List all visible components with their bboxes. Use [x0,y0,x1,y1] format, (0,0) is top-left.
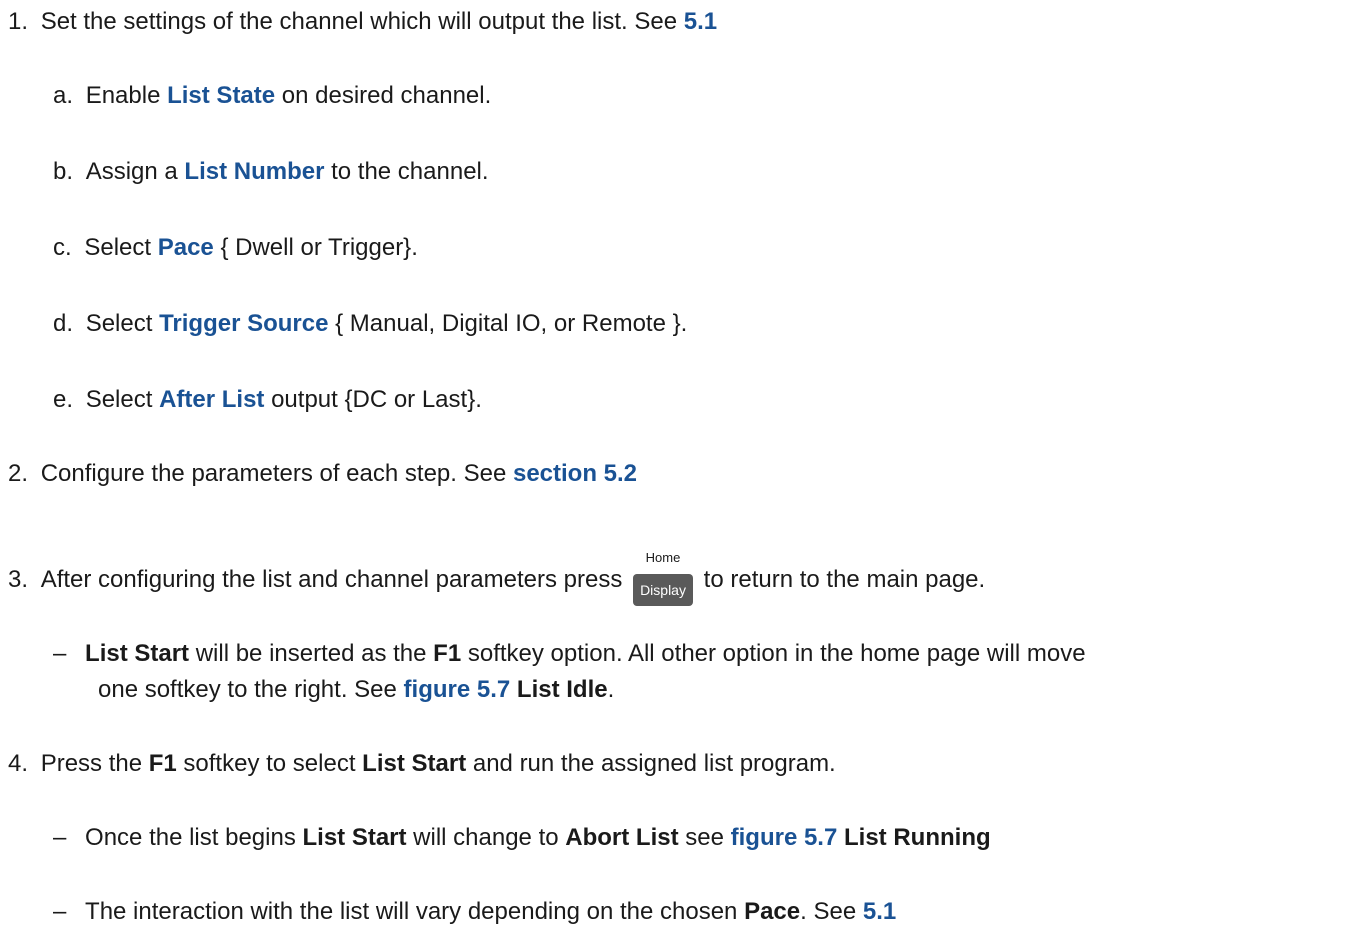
bold-term: Pace [744,898,801,925]
substep-e: e. Select After List output {DC or Last}… [53,382,482,418]
substep-text: { Dwell or Trigger}. [213,234,418,261]
substep-letter: b. [53,158,74,185]
bold-term: F1 [148,750,177,777]
substep-letter: a. [53,82,74,109]
substep-text: { Manual, Digital IO, or Remote }. [328,310,688,337]
step-2: 2. Configure the parameters of each step… [8,456,637,492]
section-link[interactable]: 5.1 [684,8,717,35]
substep-a: a. Enable List State on desired channel. [53,78,491,114]
note-text: softkey option. All other option in the … [461,640,1086,667]
step-1: 1. Set the settings of the channel which… [8,4,717,40]
bold-term: List Start [362,750,467,777]
dash: – [53,640,67,667]
term-link[interactable]: After List [159,386,264,413]
note-text: will be inserted as the [189,640,434,667]
bold-term: List Idle [516,676,608,703]
note: – Once the list begins List Start will c… [53,820,991,856]
step-number: 1. [8,8,29,35]
note-text: . [607,676,615,703]
substep-text: Select [85,310,160,337]
step-number: 4. [8,750,29,777]
substep-b: b. Assign a List Number to the channel. [53,154,489,190]
step-text: After configuring the list and channel p… [40,566,630,593]
section-link[interactable]: 5.1 [863,898,896,925]
dash: – [53,824,67,851]
step-number: 3. [8,566,29,593]
step-text: softkey to select [176,750,363,777]
substep-text: on desired channel. [275,82,492,109]
term-link[interactable]: List Number [184,158,324,185]
dash: – [53,898,67,925]
note: – The interaction with the list will var… [53,894,896,930]
display-key-icon: Home Display [633,550,694,606]
step-text: Configure the parameters of each step. S… [40,460,513,487]
note-text: will change to [406,824,566,851]
substep-text: output {DC or Last}. [264,386,482,413]
bold-term: F1 [433,640,462,667]
step-3: 3. After configuring the list and channe… [8,550,986,606]
substep-c: c. Select Pace { Dwell or Trigger}. [53,230,418,266]
figure-link[interactable]: figure 5.7 [731,824,838,851]
substep-d: d. Select Trigger Source { Manual, Digit… [53,306,687,342]
step-4: 4. Press the F1 softkey to select List S… [8,746,836,782]
key-label: Display [640,582,686,598]
step-text: Set the settings of the channel which wi… [40,8,684,35]
term-link[interactable]: Trigger Source [159,310,328,337]
note-text: see [678,824,731,851]
note-text [510,676,517,703]
note-text: . See [800,898,863,925]
bold-term: List Start [302,824,407,851]
figure-link[interactable]: figure 5.7 [404,676,511,703]
substep-letter: e. [53,386,74,413]
substep-letter: c. [53,234,72,261]
note-continued: one softkey to the right. See figure 5.7… [98,672,614,708]
step-text: and run the assigned list program. [466,750,836,777]
substep-text: Assign a [85,158,185,185]
substep-text: Enable [85,82,168,109]
section-link[interactable]: section 5.2 [513,460,637,487]
substep-text: Select [84,234,158,261]
substep-text: Select [85,386,160,413]
note-text: The interaction with the list will vary … [85,898,745,925]
term-link[interactable]: List State [167,82,275,109]
bold-term: List Start [85,640,190,667]
note-text: one softkey to the right. See [98,676,404,703]
step-text: to return to the main page. [697,566,986,593]
bold-term: Abort List [565,824,679,851]
substep-letter: d. [53,310,74,337]
key-top-label: Home [645,550,681,565]
substep-text: to the channel. [324,158,489,185]
step-text: Press the [40,750,149,777]
note: – List Start will be inserted as the F1 … [53,636,1086,672]
bold-term: List Running [844,824,991,851]
step-number: 2. [8,460,29,487]
note-text: Once the list begins [85,824,303,851]
note-text [837,824,844,851]
term-link[interactable]: Pace [158,234,214,261]
